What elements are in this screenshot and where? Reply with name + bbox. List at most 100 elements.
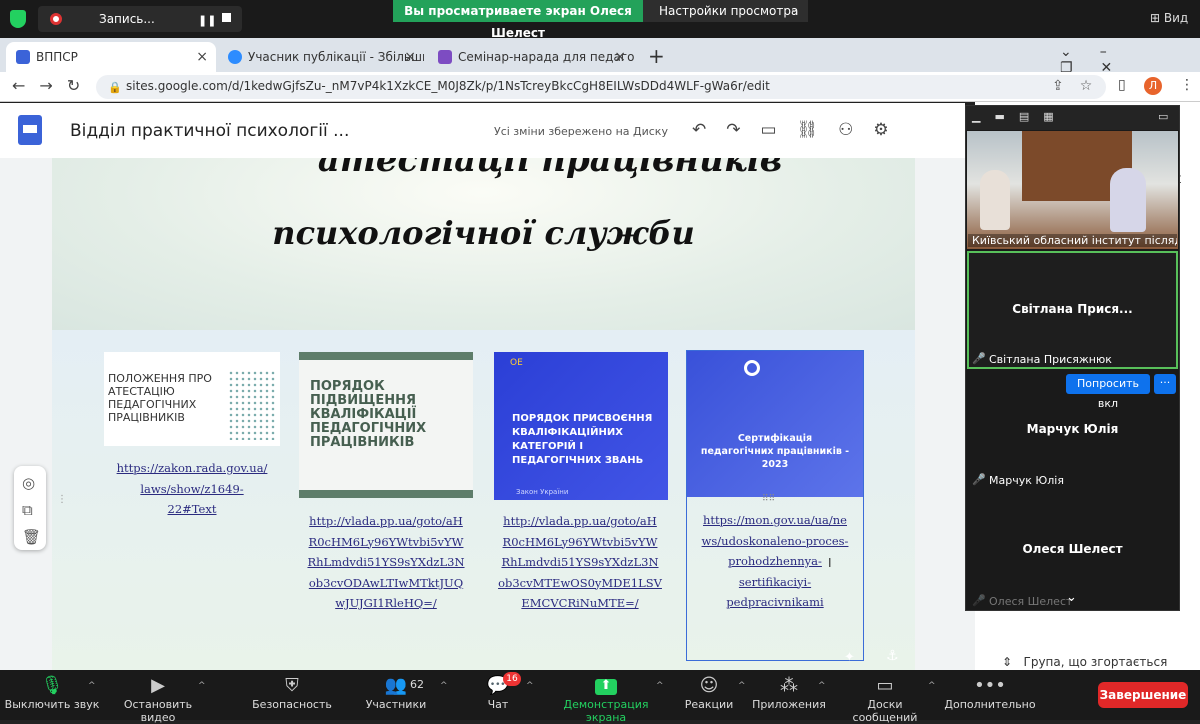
link-line[interactable]: ob3cvODAwLTIwMTktJUQ bbox=[296, 573, 476, 594]
button-label: Дополнительно bbox=[944, 698, 1036, 711]
duplicate-icon[interactable]: ⧉ bbox=[22, 497, 41, 524]
video-person bbox=[980, 170, 1010, 230]
security-button[interactable]: ⛨ Безопасность bbox=[250, 670, 334, 720]
participant-label: Світлана Присяжнюк bbox=[989, 353, 1112, 366]
link-line[interactable]: RhLmdvdi51YS9sYXdzL3N bbox=[490, 552, 670, 573]
muted-mic-icon: 🎤 bbox=[972, 594, 986, 607]
palette-icon[interactable]: ◎ bbox=[22, 470, 41, 497]
chevron-down-icon[interactable]: ⌄ bbox=[1066, 590, 1077, 605]
delete-icon[interactable]: 🗑 bbox=[22, 524, 41, 551]
saved-status: Усі зміни збережено на Диску bbox=[494, 125, 668, 138]
tab-seminar[interactable]: Семінар-нарада для педагогічн × bbox=[428, 42, 634, 72]
recording-label: Запись... bbox=[99, 12, 155, 26]
video-camera-icon: ▶ bbox=[151, 675, 165, 696]
link-line[interactable]: http://vlada.pp.ua/goto/aH bbox=[296, 511, 476, 532]
share-bookmark-icons[interactable]: ⇪☆ bbox=[1052, 78, 1108, 94]
link-line[interactable]: https://zakon.rada.gov.ua/ bbox=[104, 458, 280, 479]
close-tab-icon[interactable]: × bbox=[196, 42, 208, 72]
card-image-footer: Закон України bbox=[516, 488, 569, 496]
record-icon bbox=[50, 13, 62, 25]
layout-icons[interactable]: ▁▬▤▦ bbox=[972, 110, 1068, 123]
tab-title: ВППСР bbox=[36, 50, 78, 64]
nav-buttons[interactable]: ←→↻ bbox=[12, 76, 94, 95]
browser-menu-icon[interactable]: ⋮ bbox=[1180, 77, 1194, 93]
card-image-title: ПОРЯДОК ПІДВИЩЕННЯ КВАЛІФІКАЦІЇ ПЕДАГОГІ… bbox=[310, 379, 427, 450]
link-line[interactable]: EMCVCRiNuMTE=/ bbox=[490, 593, 670, 614]
link-line[interactable]: R0cHM6Ly96YWtvbi5vYW bbox=[296, 532, 476, 553]
side-panel-icon[interactable]: ▯ bbox=[1118, 77, 1126, 93]
chevron-up-icon[interactable]: ^ bbox=[198, 681, 206, 691]
button-label: Безопасность bbox=[252, 698, 332, 711]
link-line[interactable]: http://vlada.pp.ua/goto/aH bbox=[490, 511, 670, 532]
participant-label: Марчук Юлія bbox=[989, 474, 1064, 487]
more-options-button[interactable]: ··· bbox=[1154, 374, 1176, 394]
card-image-title: ПОЛОЖЕННЯ ПРО АТЕСТАЦІЮ ПЕДАГОГІЧНИХ ПРА… bbox=[108, 372, 212, 424]
new-tab-button[interactable]: + bbox=[648, 44, 665, 68]
chevron-down-icon[interactable]: ⌄ bbox=[790, 4, 798, 15]
link-line[interactable]: 22#Text bbox=[104, 499, 280, 520]
button-label: Доски сообщений bbox=[852, 698, 918, 724]
mute-button[interactable]: 🎙 Выключить звук bbox=[4, 670, 100, 720]
card-link-1[interactable]: https://zakon.rada.gov.ua/ laws/show/z16… bbox=[104, 458, 280, 520]
share-screen-button[interactable]: ⬆ Демонстрация экрана bbox=[546, 670, 666, 724]
button-label: Приложения bbox=[752, 698, 826, 711]
close-tab-icon[interactable]: × bbox=[614, 42, 626, 72]
link-line[interactable]: prohodzhennya- bbox=[690, 551, 860, 572]
pause-recording-icon[interactable]: ❚❚ bbox=[198, 14, 216, 27]
end-meeting-button[interactable]: Завершение bbox=[1098, 682, 1188, 708]
site-title[interactable]: Відділ практичної психології ... bbox=[70, 121, 349, 141]
reactions-icon: ☺ bbox=[699, 675, 719, 696]
chevron-up-icon[interactable]: ^ bbox=[656, 681, 664, 691]
chevron-up-icon[interactable]: ^ bbox=[526, 681, 534, 691]
google-sites-logo-icon[interactable] bbox=[18, 115, 42, 145]
video-person bbox=[1110, 168, 1146, 232]
url-text[interactable]: sites.google.com/d/1kedwGjfsZu-_nM7vP4k1… bbox=[126, 79, 770, 93]
sites-toolbar-icons[interactable]: ↶↷▭⛓⚇⚙ bbox=[692, 120, 909, 140]
apps-button[interactable]: ⁂ Приложения bbox=[752, 670, 826, 720]
view-settings-button[interactable]: Настройки просмотра bbox=[643, 0, 808, 22]
chevron-up-icon[interactable]: ^ bbox=[818, 681, 826, 691]
tab-participant[interactable]: Учасник публікації - Збільшити × bbox=[218, 42, 424, 72]
link-line[interactable]: R0cHM6Ly96YWtvbi5vYW bbox=[490, 532, 670, 553]
collapsible-group-item[interactable]: ⇕ Група, що згортається bbox=[1002, 655, 1167, 669]
ministry-logo-icon bbox=[744, 360, 760, 376]
button-label: Участники bbox=[365, 698, 427, 711]
link-line[interactable]: pedpracivnikami bbox=[690, 592, 860, 613]
muted-mic-icon: 🎤 bbox=[972, 352, 986, 365]
close-tab-icon[interactable]: × bbox=[404, 42, 416, 72]
chevron-up-icon[interactable]: ^ bbox=[928, 681, 936, 691]
google-sites-icon bbox=[16, 50, 30, 64]
view-button[interactable]: ⊞ Вид bbox=[1150, 11, 1188, 25]
tab-vppsr[interactable]: ВППСР × bbox=[6, 42, 216, 72]
shield-icon[interactable] bbox=[10, 10, 26, 28]
chevron-up-icon[interactable]: ^ bbox=[440, 681, 448, 691]
whiteboards-button[interactable]: ▭ Доски сообщений bbox=[834, 670, 936, 724]
link-line[interactable]: sertifikaciyi- bbox=[690, 572, 860, 593]
card-link-3[interactable]: http://vlada.pp.ua/goto/aH R0cHM6Ly96YWt… bbox=[490, 511, 670, 614]
drag-handle-icon[interactable]: ⠿⠿ bbox=[762, 494, 775, 504]
reactions-button[interactable]: ☺ Реакции bbox=[682, 670, 736, 720]
lock-icon[interactable]: 🔒 bbox=[108, 81, 122, 94]
section-grip-icon[interactable]: ⋮ bbox=[57, 494, 67, 505]
tab-title: Учасник публікації - Збільшити bbox=[248, 50, 424, 64]
chevron-up-icon[interactable]: ^ bbox=[738, 681, 746, 691]
collapse-icon: ⇕ bbox=[1002, 655, 1013, 669]
ask-to-unmute-button[interactable]: Попросить вкл bbox=[1066, 374, 1150, 410]
link-line[interactable]: RhLmdvdi51YS9sYXdzL3N bbox=[296, 552, 476, 573]
card-image-certification[interactable] bbox=[687, 351, 863, 497]
link-line[interactable]: ob3cvMTEwOS0yMDE1LSV bbox=[490, 573, 670, 594]
link-line[interactable]: wJUJGI1RleHQ=/ bbox=[296, 593, 476, 614]
profile-avatar[interactable]: Л bbox=[1144, 77, 1162, 95]
ministry-emblem-icon: ОЕ bbox=[510, 358, 523, 368]
stop-recording-icon[interactable] bbox=[222, 13, 231, 22]
link-line[interactable]: ws/udoskonaleno-proces- bbox=[690, 531, 860, 552]
card-link-2[interactable]: http://vlada.pp.ua/goto/aH R0cHM6Ly96YWt… bbox=[296, 511, 476, 614]
card-link-4[interactable]: https://mon.gov.ua/ua/ne ws/udoskonaleno… bbox=[690, 510, 860, 613]
link-line[interactable]: https://mon.gov.ua/ua/ne bbox=[690, 510, 860, 531]
stop-video-button[interactable]: ▶ Остановить видео bbox=[108, 670, 208, 724]
chevron-up-icon[interactable]: ^ bbox=[88, 681, 96, 691]
anchor-icon[interactable]: ⚓ bbox=[886, 648, 899, 664]
pop-out-icon[interactable]: ▭ bbox=[1158, 110, 1168, 123]
link-line[interactable]: laws/show/z1649- bbox=[104, 479, 280, 500]
more-button[interactable]: ••• Дополнительно bbox=[944, 670, 1036, 720]
